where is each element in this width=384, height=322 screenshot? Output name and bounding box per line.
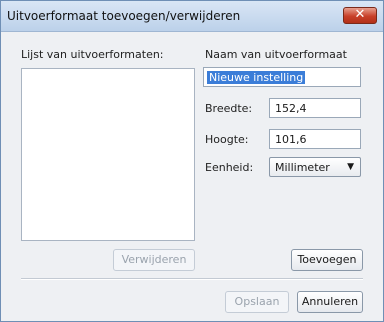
format-name-value: Nieuwe instelling [207,71,306,84]
footer-divider [21,278,363,280]
close-button[interactable]: ✕ [343,7,377,24]
width-field[interactable]: 152,4 [269,98,361,118]
format-name-label: Naam van uitvoerformaat [205,48,347,61]
height-label: Hoogte: [205,133,249,146]
width-value: 152,4 [275,102,307,115]
remove-button[interactable]: Verwijderen [113,249,195,271]
width-label: Breedte: [205,102,253,115]
cancel-button[interactable]: Annuleren [297,291,363,313]
output-format-list-label: Lijst van uitvoerformaten: [21,48,164,61]
save-button[interactable]: Opslaan [225,291,289,313]
dialog-title: Uitvoerformaat toevoegen/verwijderen [7,9,241,23]
unit-value: Millimeter [275,161,330,174]
format-name-field[interactable]: Nieuwe instelling [203,67,361,87]
title-bar: Uitvoerformaat toevoegen/verwijderen ✕ [1,1,383,32]
height-field[interactable]: 101,6 [269,129,361,149]
chevron-down-icon: ▼ [347,162,354,172]
output-format-list[interactable] [21,68,195,241]
unit-label: Eenheid: [205,161,254,174]
close-icon: ✕ [354,7,366,22]
add-button[interactable]: Toevoegen [291,249,363,271]
height-value: 101,6 [275,133,307,146]
dialog-window: Uitvoerformaat toevoegen/verwijderen ✕ L… [0,0,384,322]
unit-dropdown[interactable]: Millimeter ▼ [269,157,361,177]
